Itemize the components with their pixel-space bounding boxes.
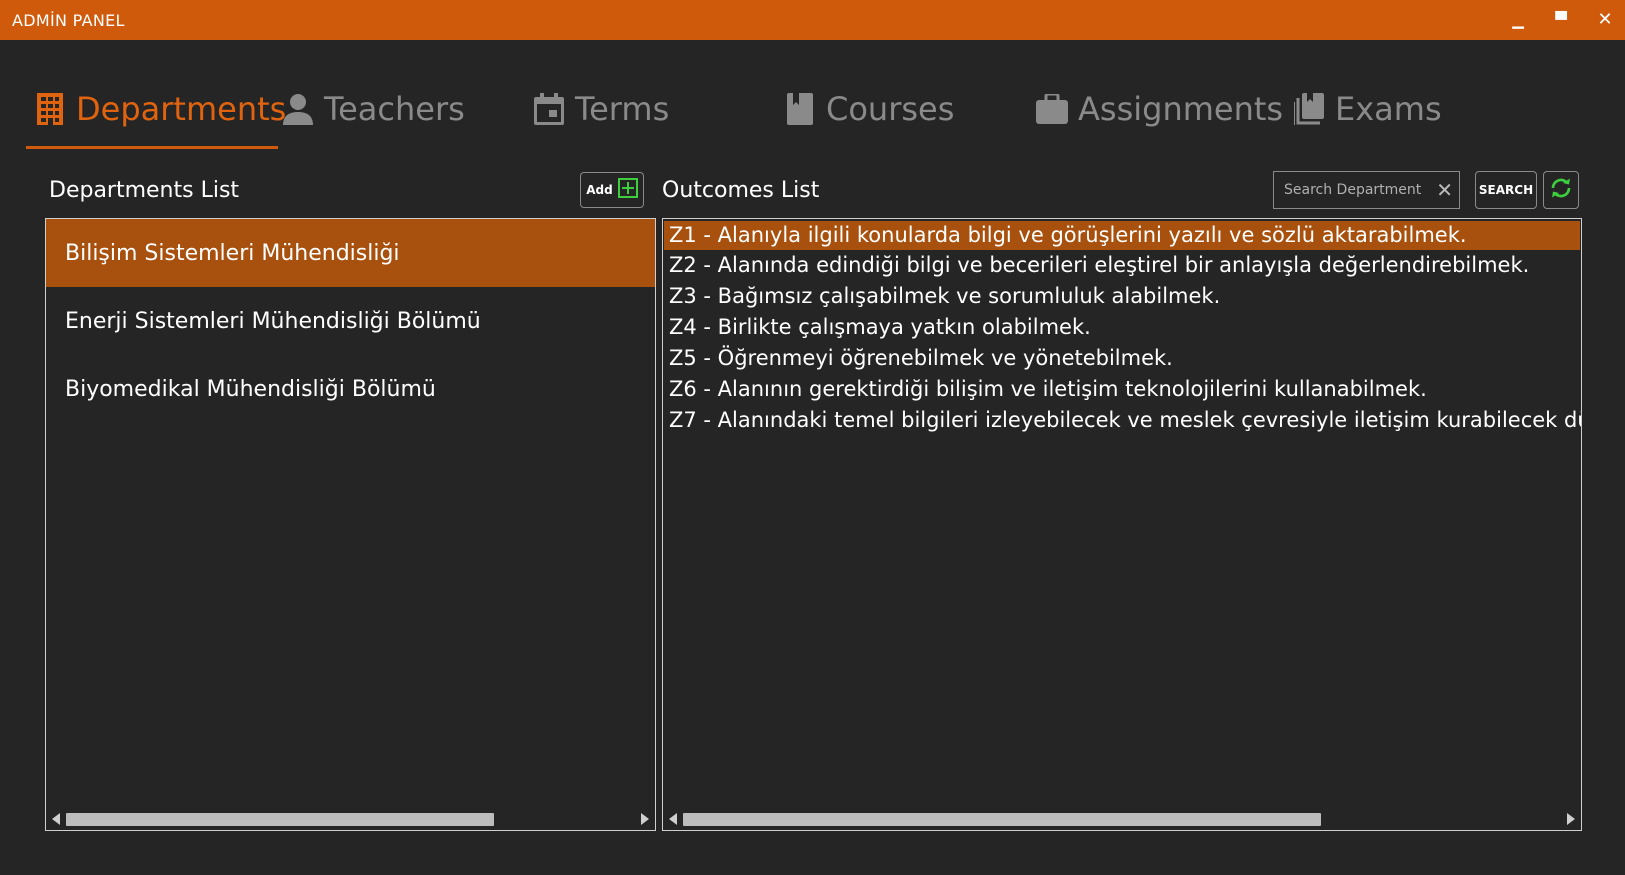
scroll-right-arrow-icon[interactable] (1567, 813, 1575, 825)
plus-box-icon (617, 178, 638, 202)
tab-courses[interactable]: Courses (784, 84, 954, 134)
refresh-button[interactable] (1543, 171, 1579, 209)
scrollbar-thumb[interactable] (683, 813, 1321, 826)
list-item[interactable]: Z1 - Alanıyla ilgili konularda bilgi ve … (664, 221, 1580, 250)
person-icon (282, 93, 314, 125)
search-button[interactable]: SEARCH (1475, 171, 1537, 209)
list-item[interactable]: Z3 - Bağımsız çalışabilmek ve sorumluluk… (663, 281, 1581, 312)
refresh-icon (1549, 176, 1573, 204)
list-item[interactable]: Z4 - Birlikte çalışmaya yatkın olabilmek… (663, 312, 1581, 343)
book-icon (784, 93, 816, 125)
scroll-right-arrow-icon[interactable] (641, 813, 649, 825)
tab-label: Assignments (1078, 90, 1284, 128)
tab-terms[interactable]: Terms (533, 84, 669, 134)
calendar-icon (533, 93, 565, 125)
list-item[interactable]: Biyomedikal Mühendisliği Bölümü (46, 355, 655, 423)
tab-label: Departments (76, 90, 287, 128)
scroll-left-arrow-icon[interactable] (52, 813, 60, 825)
outcomes-list[interactable]: Z1 - Alanıyla ilgili konularda bilgi ve … (662, 218, 1582, 831)
outcomes-list-title: Outcomes List (662, 178, 820, 203)
title-bar: ADMİN PANEL ▁ ▀ ✕ (0, 0, 1625, 40)
horizontal-scrollbar[interactable] (46, 808, 655, 830)
tab-label: Exams (1335, 90, 1442, 128)
list-item[interactable]: Bilişim Sistemleri Mühendisliği (46, 219, 655, 287)
tab-assignments[interactable]: Assignments (1036, 84, 1283, 134)
clear-icon[interactable]: ✕ (1436, 179, 1453, 201)
minimize-button[interactable]: ▁ (1505, 8, 1531, 32)
departments-list-title: Departments List (49, 178, 240, 203)
tab-label: Courses (826, 90, 955, 128)
add-department-button[interactable]: Add (580, 172, 644, 208)
list-item[interactable]: Enerji Sistemleri Mühendisliği Bölümü (46, 287, 655, 355)
tab-exams[interactable]: Exams (1293, 84, 1442, 134)
search-input[interactable] (1282, 178, 1436, 202)
library-icon (1293, 93, 1325, 125)
add-button-label: Add (586, 183, 613, 197)
scroll-left-arrow-icon[interactable] (669, 813, 677, 825)
list-item[interactable]: Z5 - Öğrenmeyi öğrenebilmek ve yönetebil… (663, 343, 1581, 374)
horizontal-scrollbar[interactable] (663, 808, 1581, 830)
active-tab-indicator (26, 146, 278, 149)
list-item[interactable]: Z6 - Alanının gerektirdiği bilişim ve il… (663, 374, 1581, 405)
scrollbar-thumb[interactable] (66, 813, 494, 826)
close-button[interactable]: ✕ (1592, 8, 1618, 32)
window-title: ADMİN PANEL (12, 11, 125, 30)
list-item[interactable]: Z7 - Alanındaki temel bilgileri izleyebi… (663, 405, 1581, 436)
briefcase-icon (1036, 93, 1068, 125)
tab-teachers[interactable]: Teachers (282, 84, 465, 134)
tab-label: Terms (575, 90, 670, 128)
departments-list[interactable]: Bilişim Sistemleri Mühendisliği Enerji S… (45, 218, 656, 831)
search-department-field: ✕ (1273, 171, 1460, 209)
tab-departments[interactable]: Departments (34, 84, 286, 134)
list-item[interactable]: Z2 - Alanında edindiği bilgi ve becerile… (663, 250, 1581, 281)
tab-label: Teachers (324, 90, 465, 128)
building-icon (34, 93, 66, 125)
maximize-button[interactable]: ▀ (1548, 8, 1574, 32)
